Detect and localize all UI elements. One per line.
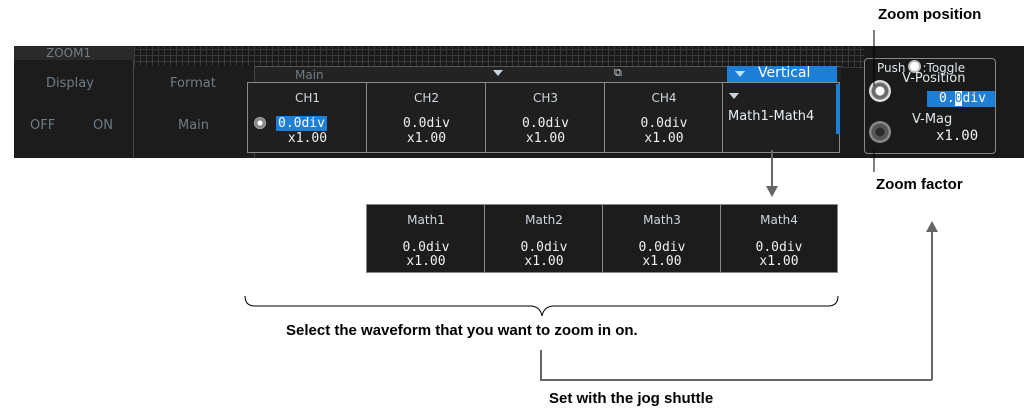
jog-shuttle-label: Set with the jog shuttle [549,390,714,407]
select-waveform-label: Select the waveform that you want to zoo… [286,322,638,339]
zoom-factor-label: Zoom factor [876,176,963,193]
annotation-lines [244,30,938,381]
zoom-position-label: Zoom position [878,6,982,23]
